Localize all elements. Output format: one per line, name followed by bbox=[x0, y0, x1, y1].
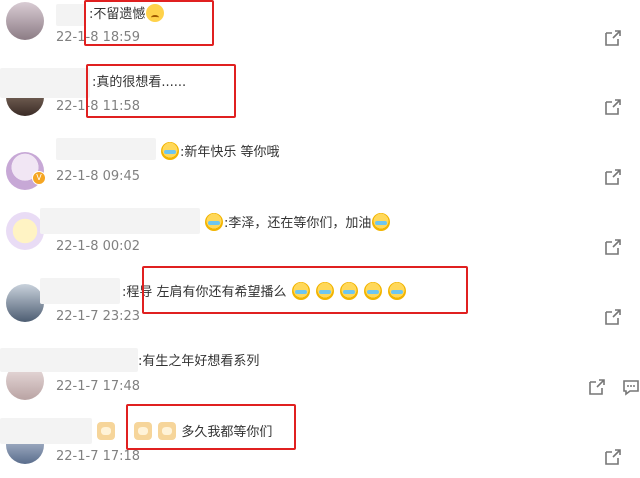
highlight-box bbox=[126, 404, 296, 450]
comment-time: 22-1-7 23:23 bbox=[56, 309, 141, 324]
highlight-box bbox=[86, 64, 236, 118]
share-icon[interactable] bbox=[604, 168, 622, 186]
verified-badge-icon: V bbox=[32, 171, 46, 185]
share-icon[interactable] bbox=[588, 378, 606, 396]
highlight-box bbox=[142, 266, 468, 314]
cry-emoji-icon bbox=[205, 213, 223, 231]
highlight-box bbox=[84, 0, 214, 46]
comment-text: :李泽，还在等你们，加油 bbox=[204, 213, 391, 234]
comment-text: :新年快乐 等你哦 bbox=[160, 142, 280, 163]
share-icon[interactable] bbox=[604, 98, 622, 116]
dog-emoji-icon bbox=[97, 422, 115, 440]
comment-row: :程导 左肩有你还有希望播么 22-1-7 23:23 bbox=[0, 266, 640, 338]
username-blurred bbox=[0, 68, 90, 98]
comment-row: :真的很想看...... 22-1-8 11:58 bbox=[0, 60, 640, 130]
share-icon[interactable] bbox=[604, 448, 622, 466]
username-blurred bbox=[56, 4, 86, 26]
comment-time: 22-1-7 17:18 bbox=[56, 449, 141, 464]
comment-icon[interactable] bbox=[622, 378, 640, 396]
cry-emoji-icon bbox=[372, 213, 391, 231]
share-icon[interactable] bbox=[604, 308, 622, 326]
comment-row: V :新年快乐 等你哦 22-1-8 09:45 bbox=[0, 130, 640, 198]
username-blurred bbox=[0, 348, 138, 372]
comment-row: :不留遗憾 22-1-8 18:59 bbox=[0, 0, 640, 60]
username-blurred bbox=[40, 208, 200, 234]
avatar[interactable] bbox=[6, 284, 44, 322]
comment-time: 22-1-8 09:45 bbox=[56, 169, 141, 184]
username-blurred bbox=[56, 138, 156, 160]
username-blurred bbox=[40, 278, 120, 304]
comment-row: :李泽，还在等你们，加油 22-1-8 00:02 bbox=[0, 198, 640, 266]
share-icon[interactable] bbox=[604, 238, 622, 256]
comment-time: 22-1-8 00:02 bbox=[56, 239, 141, 254]
comment-time: 22-1-7 17:48 bbox=[56, 379, 141, 394]
username-blurred bbox=[0, 418, 92, 444]
avatar[interactable] bbox=[6, 2, 44, 40]
comment-row: 多久我都等你们 22-1-7 17:18 bbox=[0, 404, 640, 478]
avatar[interactable] bbox=[6, 212, 44, 250]
cry-emoji-icon bbox=[161, 142, 179, 160]
comment-row: :有生之年好想看系列 22-1-7 17:48 bbox=[0, 338, 640, 404]
comment-text: :有生之年好想看系列 bbox=[138, 354, 260, 369]
share-icon[interactable] bbox=[604, 29, 622, 47]
